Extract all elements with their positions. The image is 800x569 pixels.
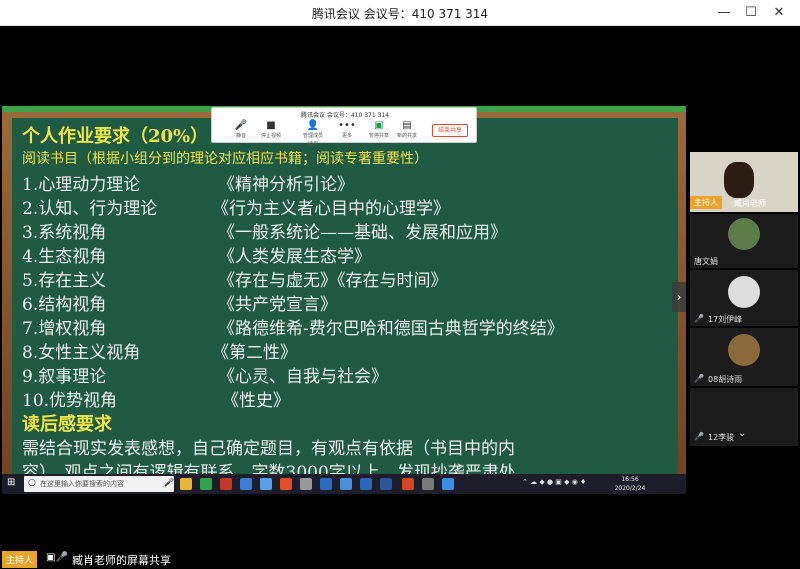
report-paragraph-line-1: 需结合现实发表感想，自己确定题目，有观点有依据（书目中的内	[22, 439, 515, 459]
more-icon: •••	[338, 120, 356, 131]
manage-members-button[interactable]: 👤 管理成员(34)	[298, 120, 328, 147]
chevron-down-icon[interactable]: ⌄	[738, 428, 746, 439]
host-video-icon	[724, 162, 754, 198]
theory-8: 8.女性主义视角	[22, 343, 141, 363]
close-button[interactable]: ✕	[768, 3, 790, 23]
participant-name: 08胡诗雨	[708, 375, 743, 384]
theory-3: 3.系统视角	[22, 223, 107, 243]
section-reading-report: 读后感要求	[22, 414, 112, 435]
book-4: 《人类发展生态学》	[218, 247, 371, 267]
share-status-bar: 主持人 ▣🎤 臧肖老师的屏幕共享	[0, 549, 800, 569]
screen-share-label: 臧肖老师的屏幕共享	[72, 554, 171, 567]
calculator-icon	[300, 478, 312, 490]
mic-icon: 🎤	[164, 478, 174, 487]
browser-icon	[240, 478, 252, 490]
theory-4: 4.生态视角	[22, 247, 107, 267]
book-8: 《第二性》	[212, 343, 297, 363]
theory-1: 1.心理动力理论	[22, 175, 141, 195]
book-10: 《性史》	[222, 391, 290, 411]
book-2: 《行为主义者心目中的心理学》	[212, 199, 450, 219]
book-1: 《精神分析引论》	[218, 175, 354, 195]
mic-muted-icon: 🎤	[694, 432, 704, 441]
maximize-button[interactable]: ☐	[740, 3, 762, 23]
new-share-button[interactable]: ▤ 新的共享	[392, 120, 422, 142]
avatar	[728, 276, 760, 308]
app-icon	[442, 478, 454, 490]
next-page-arrow-icon[interactable]: ›	[672, 282, 686, 312]
mic-muted-icon: 🎤	[694, 314, 704, 323]
app-icon	[320, 478, 332, 490]
title-bar: 腾讯会议 会议号：410 371 314 — ☐ ✕	[0, 0, 800, 26]
mic-icon: 🎤	[234, 120, 248, 131]
pause-share-icon: ▣	[374, 120, 384, 131]
book-9: 《心灵、自我与社会》	[218, 367, 388, 387]
taskbar-date: 2020/2/24	[614, 485, 646, 492]
meeting-toolbar: 腾讯会议 会议号：410 371 314 🎤 静音 ■ 停止视频 👤 管理成员(…	[211, 107, 477, 147]
book-3: 《一般系统论——基础、发展和应用》	[218, 223, 507, 243]
blackboard: 个人作业要求（20%） 阅读书目（根据小组分到的理论对应相应书籍；阅读专著重要性…	[12, 118, 678, 476]
more-button[interactable]: ••• 更多	[332, 120, 362, 142]
share-status-icons: ▣🎤	[46, 552, 68, 563]
participant-name: 12李骏	[708, 433, 735, 442]
app-icon	[280, 478, 292, 490]
participant-tile[interactable]: 🎤 17刘伊峰	[690, 270, 798, 326]
participant-name: 臧肖老师	[734, 199, 766, 208]
powerpoint-icon	[402, 478, 414, 490]
app-icon	[220, 478, 232, 490]
shared-taskbar: ⊞ ○ 在这里输入你要搜索的内容 🎤 ⌃ ☁ ◆ ● ▣ ◆ ◉ ♦ 16:56…	[2, 474, 686, 494]
word-icon	[360, 478, 372, 490]
shared-screen: 个人作业要求（20%） 阅读书目（根据小组分到的理论对应相应书籍；阅读专著重要性…	[2, 106, 686, 494]
windows-start-icon: ⊞	[7, 477, 16, 488]
avatar	[728, 218, 760, 250]
pause-share-button[interactable]: ▣ 暂停共享	[364, 120, 394, 142]
system-tray-icons: ⌃ ☁ ◆ ● ▣ ◆ ◉ ♦	[522, 478, 587, 486]
meeting-window: 腾讯会议 会议号：410 371 314 — ☐ ✕ 个人作业要求（20%） 阅…	[0, 0, 800, 569]
app-icon	[260, 478, 272, 490]
new-share-icon: ▤	[402, 120, 412, 131]
participant-tile[interactable]: 唐文娟	[690, 214, 798, 268]
members-icon: 👤	[306, 120, 320, 131]
word-icon	[380, 478, 392, 490]
file-explorer-icon	[180, 478, 192, 490]
taskbar-time: 16:56	[621, 476, 639, 483]
taskbar-clock: 16:56 2020/2/24	[610, 475, 650, 493]
book-7: 《路德维希-费尔巴哈和德国古典哲学的终结》	[218, 319, 564, 339]
app-icon	[422, 478, 434, 490]
theory-7: 7.增权视角	[22, 319, 107, 339]
end-share-button[interactable]: 结束共享	[432, 124, 468, 137]
host-badge: 主持人	[2, 551, 38, 568]
theory-5: 5.存在主义	[22, 271, 107, 291]
theory-10: 10.优势视角	[22, 391, 118, 411]
window-title: 腾讯会议 会议号：410 371 314	[311, 7, 489, 21]
minimize-button[interactable]: —	[713, 3, 735, 23]
book-5: 《存在与虚无》《存在与时间》	[218, 271, 448, 291]
taskbar-search: ○ 在这里输入你要搜索的内容 🎤	[24, 476, 174, 492]
taskbar-search-placeholder: 在这里输入你要搜索的内容	[40, 480, 124, 488]
participant-tile[interactable]: 🎤 08胡诗雨	[690, 328, 798, 386]
camera-icon: ■	[266, 120, 276, 131]
stop-video-button[interactable]: ■ 停止视频	[256, 120, 286, 142]
theory-9: 9.叙事理论	[22, 367, 107, 387]
participant-tile[interactable]: 主持人 臧肖老师	[690, 152, 798, 212]
host-badge: 主持人	[690, 196, 722, 209]
slide-heading: 个人作业要求（20%）	[22, 126, 209, 147]
participant-panel: 主持人 臧肖老师 唐文娟 🎤 17刘伊峰 🎤 08胡诗雨 🎤 12李骏	[688, 150, 800, 450]
participant-name: 17刘伊峰	[708, 315, 743, 324]
wechat-icon	[200, 478, 212, 490]
app-icon	[340, 478, 352, 490]
book-6: 《共产党宣言》	[218, 295, 337, 315]
avatar	[728, 334, 760, 366]
slide-subheading: 阅读书目（根据小组分到的理论对应相应书籍；阅读专著重要性）	[22, 151, 428, 167]
mute-button[interactable]: 🎤 静音	[226, 120, 256, 142]
toolbar-title: 腾讯会议 会议号：410 371 314	[300, 112, 390, 119]
search-icon: ○	[28, 478, 36, 488]
theory-2: 2.认知、行为理论	[22, 199, 158, 219]
participant-name: 唐文娟	[694, 257, 718, 266]
mic-muted-icon: 🎤	[694, 374, 704, 383]
theory-6: 6.结构视角	[22, 295, 107, 315]
